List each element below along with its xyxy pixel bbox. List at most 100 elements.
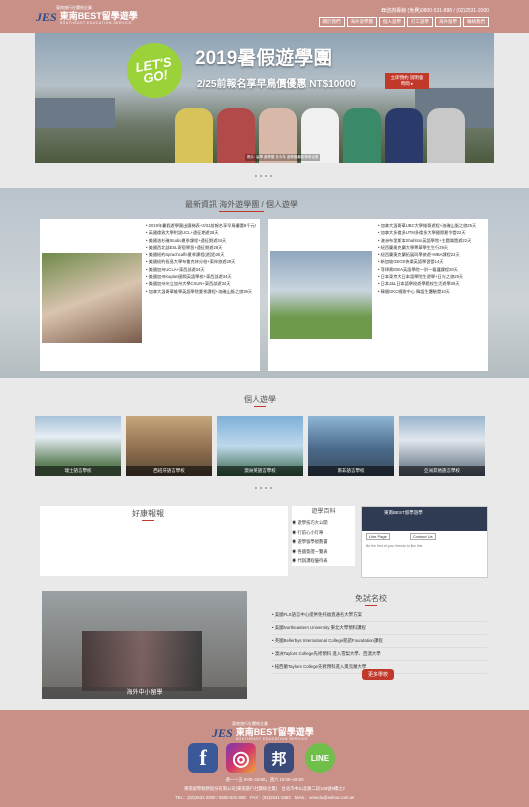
- news-item[interactable]: 加拿大多倫多UTM多倫多大學國際夏令營22天: [378, 229, 486, 236]
- news-item[interactable]: 加拿大溫哥華維學英語學院夏季課程+洛磯山脈之旅39天: [146, 288, 258, 295]
- logo-name: 東南BEST留學遊學: [235, 727, 314, 737]
- nav-about[interactable]: 關於我們: [318, 17, 345, 27]
- study-abroad-banner[interactable]: 海外中小留學: [42, 591, 247, 699]
- news-card-left: 2019年暑假遊學團出團梯表+3/31前報名享早鳥優惠8千元! 英國倫敦大學附設…: [40, 219, 260, 371]
- reviews-heading[interactable]: 好康報報: [132, 508, 164, 521]
- tile-asia[interactable]: 亞洲其他語言學校: [399, 416, 485, 476]
- slider-dots[interactable]: [255, 175, 272, 177]
- news-item[interactable]: 2019年暑假遊學團出團梯表+3/31前報名享早鳥優惠8千元!: [146, 222, 258, 229]
- site-logo[interactable]: JES 東南旅行社關係企業 東南BEST留學遊學 SOUTHEAST EDUCA…: [36, 5, 138, 25]
- nav-personal[interactable]: 個人遊學: [379, 17, 405, 27]
- tiles-dots[interactable]: [255, 487, 272, 489]
- hero-banner[interactable]: LET'S GO! 2019暑假遊學團 2/25前報名享早鳥價優惠 NT$100…: [35, 33, 494, 163]
- nav-contact[interactable]: 聯絡我們: [463, 17, 489, 27]
- news-item[interactable]: 韓國GKC唱歌中心 韓語生體驗營10天: [378, 288, 486, 295]
- tile-swiss[interactable]: 瑞士語言學校: [35, 416, 121, 476]
- lets-go-badge: LET'S GO!: [122, 38, 187, 103]
- news-item[interactable]: 澳洲布里斯本Shafston英語學院+主題樂園遊22天: [378, 237, 486, 244]
- wiki-item[interactable]: ◉ 行前心小叮嚀: [292, 528, 355, 538]
- facebook-cover[interactable]: 東南BEST留學遊學: [362, 507, 487, 531]
- nav-working[interactable]: 打工遊學: [407, 17, 433, 27]
- more-schools-button[interactable]: 更多學校: [362, 669, 395, 680]
- wiki-item-label: 遊學留學規劃書: [297, 539, 328, 544]
- wiki-heading: 遊學百科: [311, 509, 336, 515]
- facebook-prompt: Be the first of your friends to like thi…: [366, 544, 423, 548]
- footer-hours: 週一～五 9:00~19:00，週六 10:00~16:00: [225, 777, 304, 782]
- nav-group-tour[interactable]: 海外遊學團: [346, 17, 377, 27]
- news-item[interactable]: 日本J&L日本語學校遊學館校生活遊學35天: [378, 280, 486, 287]
- news-card-right: 加拿大溫哥華UBC大學維哥遊程+洛磯山脈之旅25天 加拿大多倫多UTM多倫多大學…: [268, 219, 488, 371]
- facebook-widget: 東南BEST留學遊學 Like Page Contact Us Be the f…: [361, 506, 488, 578]
- logo-mark: JES: [36, 10, 57, 24]
- hero-title: 2019暑假遊學團: [195, 48, 333, 69]
- hero-subtitle: 2/25前報名享早鳥價優惠 NT$10000: [197, 79, 356, 90]
- tile-label: 亞洲其他語言學校: [399, 466, 485, 476]
- logo-english: SOUTHEAST EDUCATION SERVICE: [59, 21, 133, 25]
- facebook-page-name[interactable]: 東南BEST留學遊學: [384, 510, 423, 516]
- news-list-right: 加拿大溫哥華UBC大學維哥遊程+洛磯山脈之旅25天 加拿大多倫多UTM多倫多大學…: [378, 222, 486, 295]
- free-school-item[interactable]: 澳洲Taylors College先修預科 進入雪梨大學、西澳大學: [272, 648, 487, 661]
- tile-spain[interactable]: 西班牙語言學校: [126, 416, 212, 476]
- wiki-item[interactable]: ◉ 各國簽證一覽表: [292, 547, 355, 557]
- logo-english: SOUTHEAST EDUCATION SERVICE: [235, 737, 309, 741]
- news-item[interactable]: 加拿大溫哥華UBC大學維哥遊程+洛磯山脈之旅25天: [378, 222, 486, 229]
- tile-label: 澳洲英語言學校: [217, 466, 303, 476]
- news-item[interactable]: 菲律賓IDEA英語學院一對一看護課程28天: [378, 266, 486, 273]
- free-school-heading: 免試名校: [355, 593, 387, 606]
- school-tiles: 瑞士語言學校 西班牙語言學校 澳洲英語言學校 南非語言學校 亞洲其他語言學校: [35, 416, 485, 476]
- bang-icon[interactable]: 邦: [264, 743, 294, 773]
- free-school-item[interactable]: 英國Bellerbys International College凱諾Found…: [272, 635, 487, 648]
- news-item[interactable]: 新加坡GEOS快樂英語學習營14天: [378, 258, 486, 265]
- news-item[interactable]: 日本東京大日本語學院生遊學+日光之旅29天: [378, 273, 486, 280]
- tile-label: 瑞士語言學校: [35, 466, 121, 476]
- personal-heading: 個人遊學: [244, 394, 276, 407]
- free-school-list: 美國FLS語言中心提供免托福直通名大學方案 美國Northeastern Uni…: [272, 609, 487, 674]
- footer-contact: TEL：(02)2531-2000 / 0800-531-888 FAX：(02…: [175, 795, 354, 800]
- line-icon[interactable]: LINE: [305, 743, 335, 773]
- logo-mark: JES: [212, 726, 233, 740]
- news-list-left: 2019年暑假遊學團出團梯表+3/31前報名享早鳥優惠8千元! 英國倫敦大學附設…: [146, 222, 258, 295]
- news-item[interactable]: 美國加州Kaplan國際英語學校+東西部遊34天: [146, 273, 258, 280]
- hero-building: [35, 98, 115, 128]
- tile-label: 南非語言學校: [308, 466, 394, 476]
- free-school-item[interactable]: 美國FLS語言中心提供免托福直通名大學方案: [272, 609, 487, 622]
- reviews-panel: 好康報報: [40, 506, 288, 576]
- news-item[interactable]: 紐西蘭奧克蘭拓展同學旅遊+MBA課程22天: [378, 251, 486, 258]
- tile-label: 西班牙語言學校: [126, 466, 212, 476]
- logo-subtitle: 東南旅行社關係企業: [56, 5, 92, 10]
- news-item[interactable]: 美國加州UCLA+東西部遊34天: [146, 266, 258, 273]
- hero-reserve-button[interactable]: 立即預約 說明會時間 ▸: [385, 73, 429, 89]
- contact-hotline: ☎諮詢專線 (免費)0800-531-888 / (02)2531-2000: [381, 8, 489, 14]
- wiki-item[interactable]: ◉ 代辦課程優待表: [292, 556, 355, 566]
- wiki-item-label: 遊學技巧大公開: [297, 520, 328, 525]
- news-item[interactable]: 美國加州州立加州大學CSUN+東西部遊34天: [146, 280, 258, 287]
- wiki-item[interactable]: ◉ 遊學技巧大公開: [292, 518, 355, 528]
- main-nav: 關於我們 海外遊學團 個人遊學 打工遊學 海外留學 聯絡我們: [318, 17, 489, 27]
- wiki-item[interactable]: ◉ 遊學留學規劃書: [292, 537, 355, 547]
- logo-name: 東南BEST留學遊學: [59, 11, 138, 21]
- instagram-icon[interactable]: ◎: [226, 743, 256, 773]
- facebook-contact-button[interactable]: Contact Us: [409, 533, 436, 540]
- nav-abroad[interactable]: 海外留學: [435, 17, 461, 27]
- study-abroad-caption: 海外中小留學: [42, 687, 247, 699]
- wiki-item-label: 行前心小叮嚀: [297, 529, 324, 535]
- tile-south-africa[interactable]: 南非語言學校: [308, 416, 394, 476]
- logo-subtitle: 東南旅行社關係企業: [232, 721, 268, 726]
- site-header: JES 東南旅行社關係企業 東南BEST留學遊學 SOUTHEAST EDUCA…: [0, 0, 529, 33]
- news-item[interactable]: 紐西蘭奧克蘭大學菁華學生生行29天: [378, 244, 486, 251]
- facebook-icon[interactable]: f: [188, 743, 218, 773]
- news-item[interactable]: 美國洛杉磯Studio夏季課程+遠征期遊34天: [146, 237, 258, 244]
- news-item[interactable]: 美國紐約Sprachcaffe夏季課程(遊說)30天: [146, 251, 258, 258]
- wiki-panel: 遊學百科 ◉ 遊學技巧大公開 ◉ 行前心小叮嚀 ◉ 遊學留學規劃書 ◉ 各國簽證…: [292, 506, 355, 566]
- news-item[interactable]: 英國倫敦大學附設UCL+遠征期遊28天: [146, 229, 258, 236]
- news-item[interactable]: 美國紐約長島大學布魯克林分校+東岸旅遊29天: [146, 258, 258, 265]
- news-heading: 最新資訊 海外遊學團 / 個人遊學: [185, 199, 298, 212]
- students-photo: [82, 631, 202, 691]
- footer-logo[interactable]: JES 東南旅行社關係企業 東南BEST留學遊學 SOUTHEAST EDUCA…: [212, 721, 314, 741]
- facebook-like-button[interactable]: Like Page: [366, 533, 390, 540]
- free-school-item[interactable]: 美國Northeastern University 東北大學預科課程: [272, 622, 487, 635]
- news-item[interactable]: 美國西北部ESL寄宿學習+遠征期遊28天: [146, 244, 258, 251]
- tile-australia[interactable]: 澳洲英語言學校: [217, 416, 303, 476]
- personal-tour-photo[interactable]: [270, 251, 372, 339]
- group-tour-photo[interactable]: [42, 253, 142, 343]
